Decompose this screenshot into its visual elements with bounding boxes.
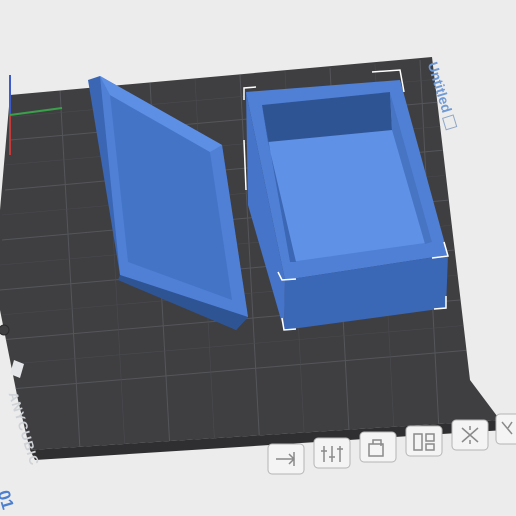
toolbar-button-lock[interactable]	[359, 431, 397, 463]
toolbar-button-layout[interactable]	[405, 425, 443, 457]
orient-icon	[321, 446, 343, 462]
plate-clip-icon	[0, 324, 10, 336]
toolbar-button-orient[interactable]	[313, 437, 351, 469]
toolbar-button-arrange[interactable]	[267, 443, 305, 475]
toolbar-button-cut[interactable]	[495, 413, 516, 445]
toolbar-button-auto-support[interactable]	[451, 419, 489, 451]
